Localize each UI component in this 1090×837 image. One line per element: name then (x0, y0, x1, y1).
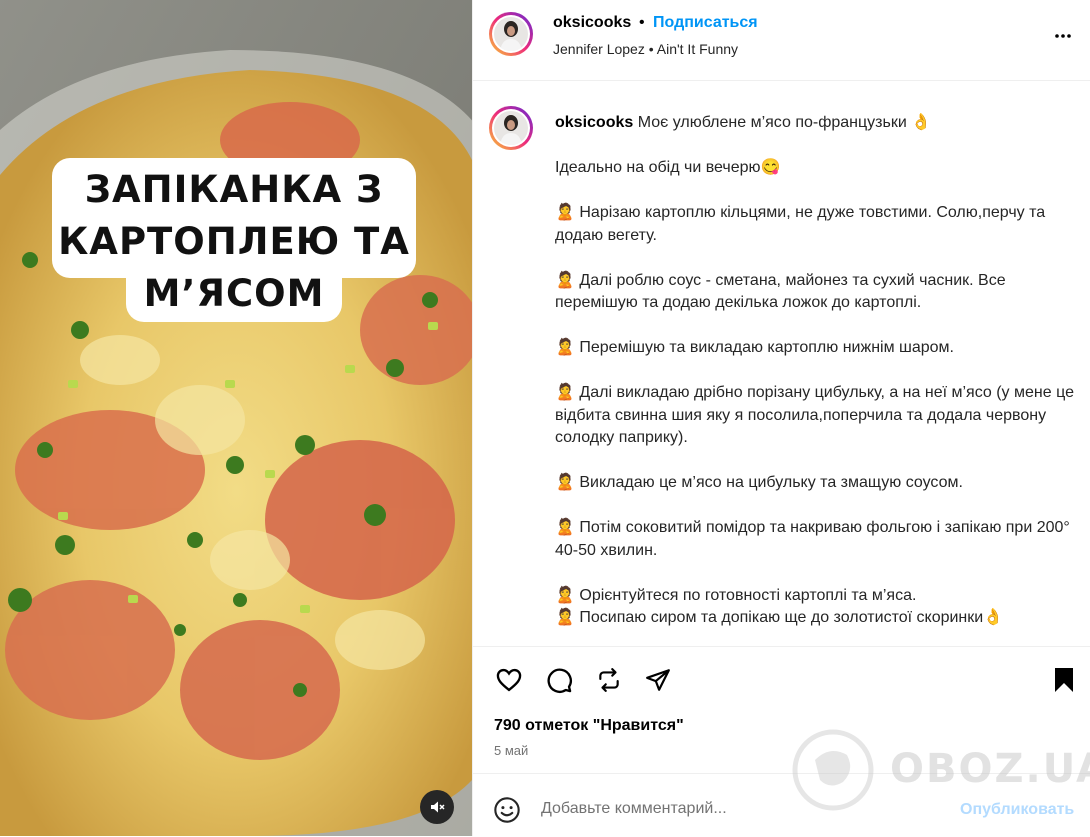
caption-username[interactable]: oksicooks (555, 114, 633, 131)
action-bar (473, 660, 1090, 704)
emoji-icon (494, 797, 520, 823)
caption-text: oksicooks Моє улюблене м’ясо по-французь… (555, 112, 1075, 630)
like-button[interactable] (489, 660, 529, 700)
caption-avatar[interactable] (489, 106, 533, 150)
audio-track[interactable]: Jennifer Lopez • Ain't It Funny (553, 41, 738, 57)
share-icon (646, 669, 670, 691)
share-button[interactable] (638, 660, 678, 700)
caption-line: 🙎 Потім соковитий помідор та накриваю фо… (555, 519, 1075, 559)
post-header: oksicooks • Подписаться Jennifer Lopez •… (473, 0, 1090, 81)
repost-button[interactable] (589, 660, 629, 700)
heart-icon (496, 668, 522, 692)
caption-line: 🙎 Орієнтуйтеся по готовності картоплі та… (555, 586, 917, 604)
post-date[interactable]: 5 май (494, 743, 528, 758)
caption-line: Ідеально на обід чи вечерю😋 (555, 159, 781, 176)
comment-icon (547, 668, 572, 693)
caption-line: 🙎 Далі викладаю дрібно порізану цибульку… (555, 384, 1079, 446)
likes-count[interactable]: 790 отметок "Нравится" (494, 717, 684, 735)
avatar[interactable] (489, 12, 533, 56)
comment-input[interactable] (541, 794, 921, 824)
caption-line: 🙎 Далі роблю соус - сметана, майонез та … (555, 271, 1011, 312)
emoji-button[interactable] (493, 796, 521, 824)
mute-button[interactable] (420, 790, 454, 824)
separator-dot: • (639, 14, 645, 31)
caption-line: Моє улюблене м’ясо по-французьки 👌 (637, 114, 932, 131)
publish-button[interactable]: Опубликовать (960, 801, 1074, 819)
overlay-title: ЗАПІКАНКА З КАРТОПЛЕЮ ТА М’ЯСОМ (58, 168, 410, 315)
more-options-icon[interactable] (1051, 24, 1075, 48)
caption-line: 🙎 Посипаю сиром та допікаю ще до золотис… (555, 609, 1004, 626)
caption-section: oksicooks Моє улюблене м’ясо по-французь… (473, 80, 1090, 647)
bookmark-icon (1055, 668, 1073, 692)
username[interactable]: oksicooks (553, 14, 631, 32)
post-details-panel: oksicooks • Подписаться Jennifer Lopez •… (472, 0, 1090, 836)
post-media[interactable]: ЗАПІКАНКА З КАРТОПЛЕЮ ТА М’ЯСОМ (0, 0, 472, 836)
caption-line: 🙎 Викладаю це м’ясо на цибульку та змащу… (555, 474, 963, 491)
save-button[interactable] (1044, 660, 1084, 700)
repost-icon (599, 668, 619, 692)
food-photo (0, 0, 472, 836)
caption-line: 🙎 Нарізаю картоплю кільцями, не дуже тов… (555, 204, 1050, 244)
follow-button[interactable]: Подписаться (653, 14, 758, 32)
watermark-text: OBOZ.UA (890, 746, 1090, 792)
comment-button[interactable] (539, 660, 579, 700)
speaker-muted-icon (431, 801, 445, 813)
caption-line: 🙎 Перемішую та викладаю картоплю нижнім … (555, 339, 954, 356)
